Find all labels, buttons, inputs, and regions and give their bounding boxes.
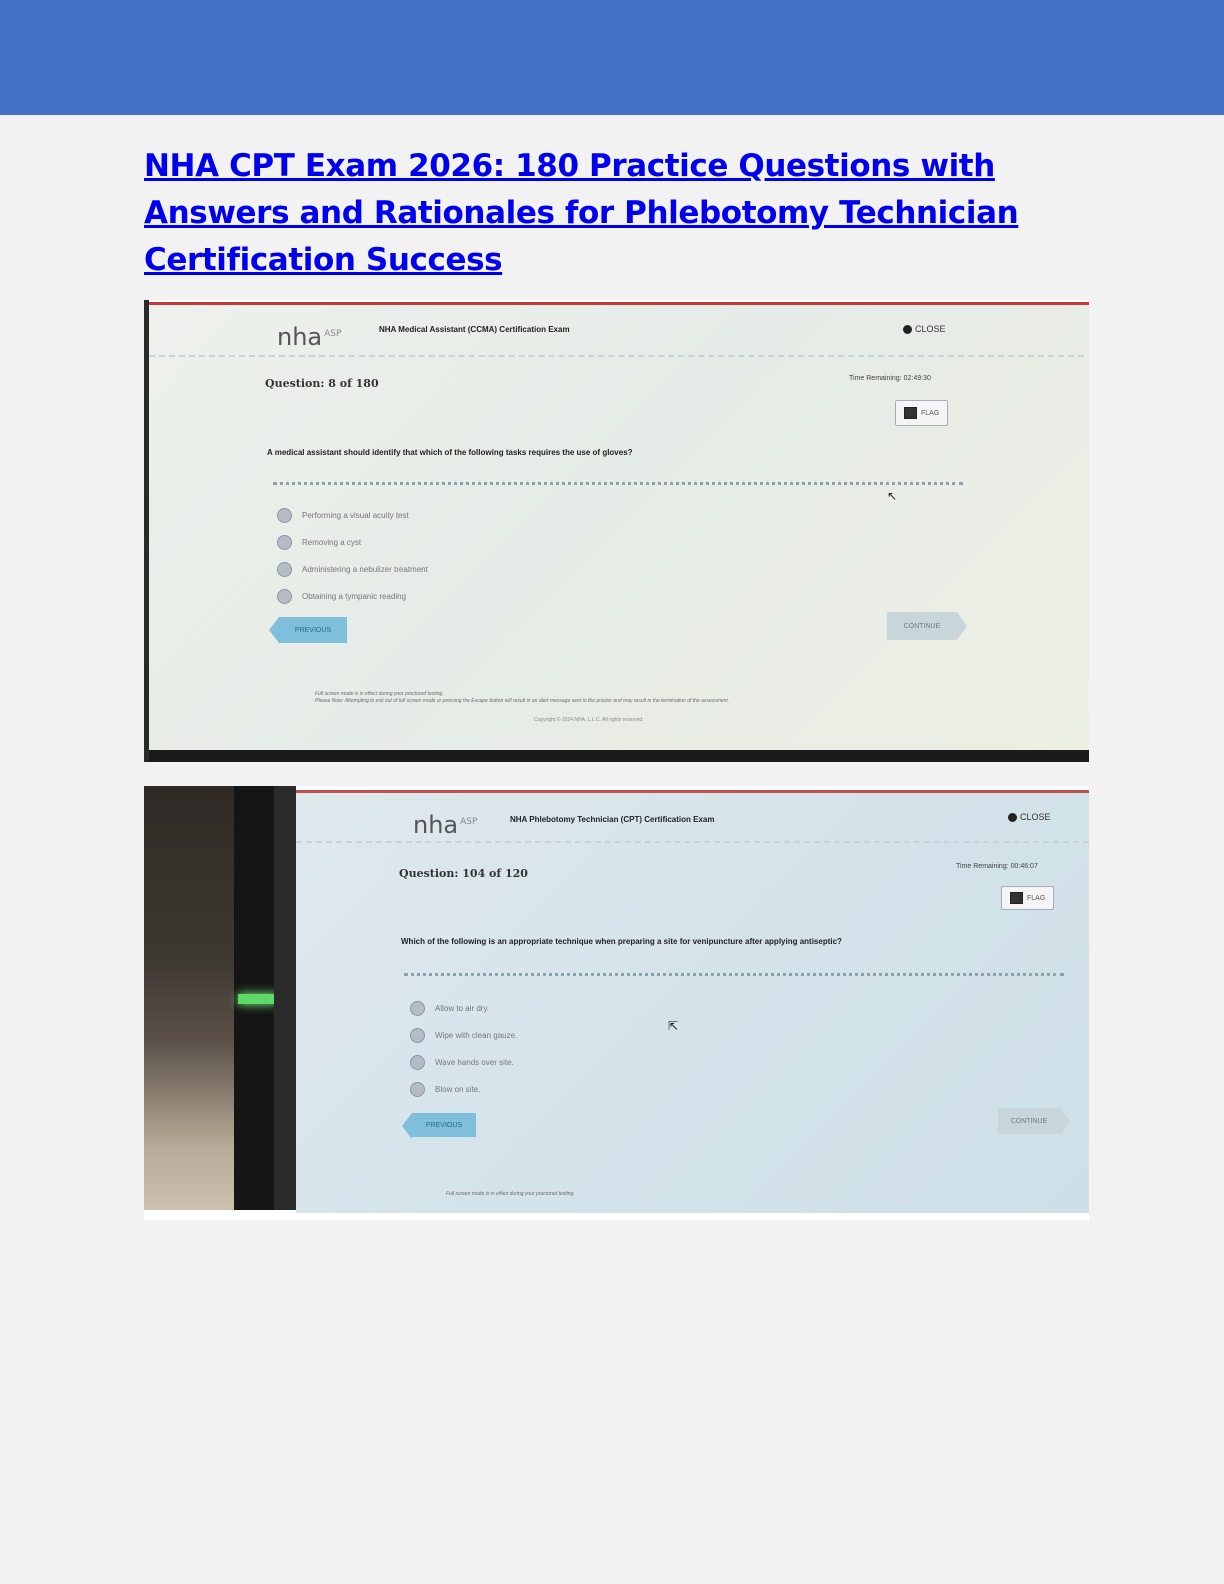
radio-button[interactable]	[410, 1055, 425, 1070]
mouse-cursor-icon: ⇱	[668, 1019, 679, 1033]
question-number: Question: 8 of 180	[265, 377, 379, 390]
copyright: Copyright © 2024 NHA, L.L.C. All rights …	[534, 717, 644, 723]
answer-option[interactable]: Removing a cyst	[277, 535, 428, 550]
close-button[interactable]: CLOSE	[1008, 812, 1051, 822]
nha-logo: nha ASP	[413, 811, 477, 839]
continue-button[interactable]: CONTINUE	[998, 1108, 1070, 1136]
proctor-notice-line2: Please Note: Attempting to exit out of f…	[315, 698, 730, 704]
close-icon	[1008, 812, 1017, 822]
flag-button[interactable]: FLAG	[1001, 886, 1055, 910]
proctor-notice-line1: Full screen mode is in effect during you…	[315, 691, 444, 697]
logo-text: nha	[277, 323, 323, 351]
answer-options: Performing a visual acuity test Removing…	[277, 508, 428, 604]
question-text: A medical assistant should identify that…	[267, 448, 633, 457]
flag-label: FLAG	[1027, 894, 1046, 902]
question-number: Question: 104 of 120	[399, 867, 528, 880]
flag-label: FLAG	[921, 409, 940, 417]
answer-option[interactable]: Blow on site.	[410, 1082, 517, 1097]
progress-dots	[404, 973, 1064, 976]
close-icon	[903, 324, 912, 334]
option-label: Performing a visual acuity test	[302, 511, 409, 520]
answer-option[interactable]: Allow to air dry.	[410, 1001, 517, 1016]
close-button[interactable]: CLOSE	[903, 324, 946, 334]
radio-button[interactable]	[410, 1028, 425, 1043]
answer-options: Allow to air dry. Wipe with clean gauze.…	[410, 1001, 517, 1097]
radio-button[interactable]	[277, 562, 292, 577]
option-label: Removing a cyst	[302, 538, 362, 547]
logo-superscript: ASP	[324, 329, 342, 339]
radio-button[interactable]	[410, 1001, 425, 1016]
exam-name: NHA Medical Assistant (CCMA) Certificati…	[379, 325, 570, 334]
option-label: Administering a nebulizer treatment	[302, 565, 428, 574]
document-title-link[interactable]: NHA CPT Exam 2026: 180 Practice Question…	[144, 143, 1044, 284]
continue-button[interactable]: CONTINUE	[887, 612, 967, 640]
proctor-notice: Full screen mode is in effect during you…	[315, 691, 955, 705]
exam-screen: nha ASP NHA Phlebotomy Technician (CPT) C…	[296, 790, 1089, 1213]
radio-button[interactable]	[410, 1082, 425, 1097]
option-label: Wipe with clean gauze.	[435, 1031, 518, 1040]
mouse-cursor-icon: ↖	[887, 489, 898, 503]
close-label: CLOSE	[915, 324, 946, 334]
progress-dots	[273, 482, 963, 485]
header-divider	[149, 355, 1084, 357]
time-remaining: Time Remaining: 02:49:30	[849, 375, 931, 382]
previous-button[interactable]: PREVIOUS	[402, 1113, 476, 1139]
exam-name: NHA Phlebotomy Technician (CPT) Certific…	[510, 815, 715, 824]
answer-option[interactable]: Wave hands over site.	[410, 1055, 517, 1070]
logo-superscript: ASP	[460, 817, 478, 827]
answer-option[interactable]: Wipe with clean gauze.	[410, 1028, 517, 1043]
logo-text: nha	[413, 811, 459, 839]
flag-button[interactable]: FLAG	[895, 400, 949, 426]
monitor-frame	[274, 786, 296, 1210]
option-label: Allow to air dry.	[435, 1004, 490, 1013]
radio-button[interactable]	[277, 535, 292, 550]
answer-option[interactable]: Obtaining a tympanic reading	[277, 589, 428, 604]
exam-screenshot-ccma: nha ASP NHA Medical Assistant (CCMA) Cert…	[144, 300, 1089, 762]
bookmark-icon	[904, 407, 917, 419]
previous-button[interactable]: PREVIOUS	[269, 617, 347, 643]
proctor-notice: Full screen mode is in effect during you…	[446, 1191, 575, 1197]
answer-option[interactable]: Performing a visual acuity test	[277, 508, 428, 523]
power-led	[238, 994, 278, 1004]
nha-logo: nha ASP	[277, 323, 341, 351]
document-header-bar	[0, 0, 1224, 115]
answer-option[interactable]: Administering a nebulizer treatment	[277, 562, 428, 577]
option-label: Obtaining a tympanic reading	[302, 592, 407, 601]
radio-button[interactable]	[277, 508, 292, 523]
radio-button[interactable]	[277, 589, 292, 604]
exam-screenshot-cpt: nha ASP NHA Phlebotomy Technician (CPT) C…	[144, 786, 1089, 1220]
option-label: Wave hands over site.	[435, 1058, 514, 1067]
monitor-bezel	[149, 750, 1089, 762]
bookmark-icon	[1010, 892, 1023, 904]
header-divider	[296, 841, 1089, 843]
exam-screen: nha ASP NHA Medical Assistant (CCMA) Cert…	[149, 302, 1089, 760]
question-text: Which of the following is an appropriate…	[401, 937, 842, 946]
option-label: Blow on site.	[435, 1085, 481, 1094]
time-remaining: Time Remaining: 00:46:07	[956, 863, 1038, 870]
close-label: CLOSE	[1020, 812, 1051, 822]
